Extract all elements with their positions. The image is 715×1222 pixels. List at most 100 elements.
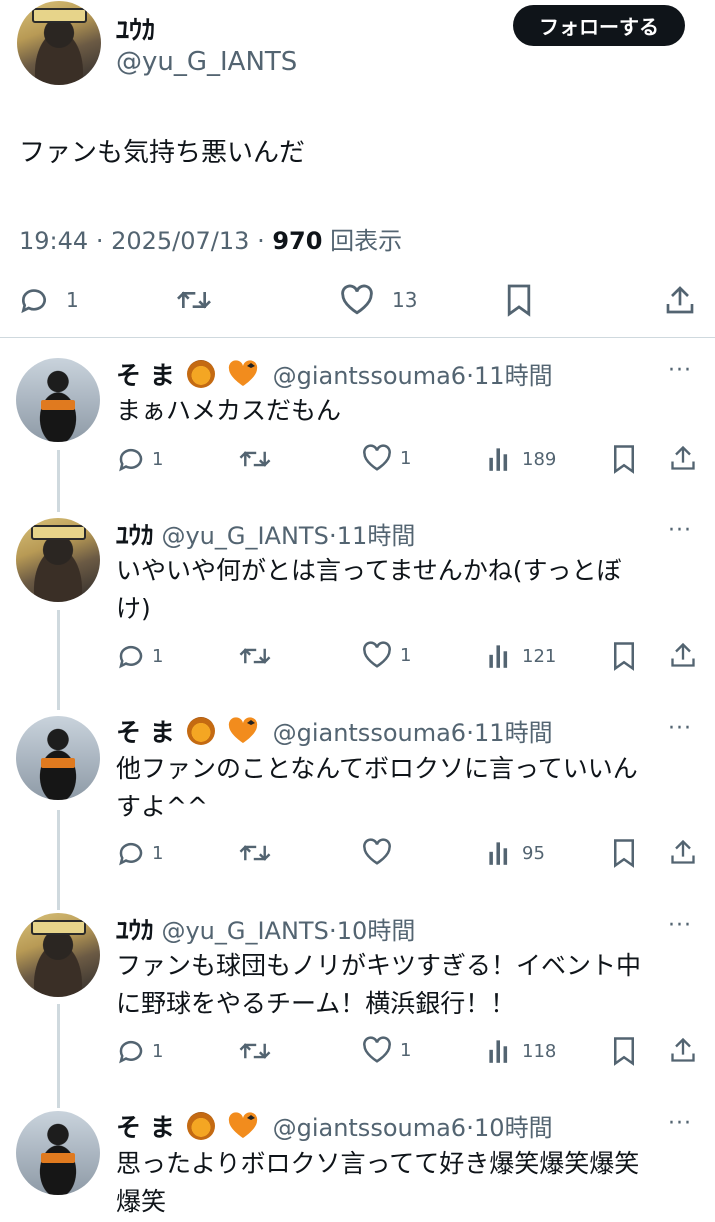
more-icon[interactable]: ··· [668, 518, 692, 543]
share-icon [671, 445, 695, 470]
views-bar-chart-icon [489, 842, 508, 865]
author-name[interactable]: そ ま [116, 718, 175, 747]
reply-button[interactable]: 1 [116, 838, 163, 868]
author-handle[interactable]: @yu_G_IANTS [161, 917, 328, 945]
reply-icon [21, 289, 46, 314]
reply-text-line1: ファンも球団もノリがキツすぎる！イベント中 [116, 951, 642, 980]
retweet-button[interactable] [238, 838, 272, 868]
like-count: 1 [400, 644, 412, 666]
bookmark-icon [614, 642, 634, 671]
bookmark-button[interactable] [611, 1036, 637, 1066]
bookmark-icon [507, 284, 531, 317]
views-button[interactable]: 95 [488, 840, 545, 866]
tweet-time[interactable]: 19:44 [19, 227, 88, 255]
retweet-icon [239, 451, 271, 467]
heart-icon [363, 641, 391, 668]
separator: · [328, 916, 337, 945]
retweet-button[interactable] [175, 284, 213, 316]
views-count: 189 [522, 448, 557, 470]
thread-line [57, 810, 60, 910]
views-count: 95 [522, 842, 545, 864]
separator: · [328, 521, 337, 550]
reply-text-line1: いやいや何がとは言ってませんかね(すっとぼ [116, 556, 622, 585]
more-icon[interactable]: ··· [668, 913, 692, 938]
reply-count: 1 [152, 645, 164, 667]
reply-header: そ ま @giantssouma6·11時間 [116, 356, 553, 392]
tweet-date[interactable]: 2025/07/13 [111, 227, 249, 255]
reply-icon [119, 842, 143, 866]
more-icon[interactable]: ··· [668, 358, 692, 383]
like-count: 1 [400, 447, 412, 469]
avatar[interactable] [16, 358, 100, 442]
reply-count: 1 [152, 1040, 164, 1062]
share-button[interactable] [664, 283, 696, 317]
avatar[interactable] [16, 913, 100, 997]
author-name[interactable]: そ ま [116, 1113, 175, 1142]
share-button[interactable] [669, 1035, 697, 1065]
author-name[interactable]: ﾕｳｶ [116, 916, 154, 945]
reply-time[interactable]: 10時間 [474, 1114, 553, 1142]
reply-time[interactable]: 11時間 [337, 522, 416, 550]
reply-time[interactable]: 10時間 [337, 917, 416, 945]
thread-line [57, 1004, 60, 1108]
author-name[interactable]: ﾕｳｶ [116, 10, 155, 47]
orange-heart-ribbon-icon [228, 717, 257, 743]
reply-button[interactable]: 1 [116, 1036, 163, 1066]
author-handle[interactable]: @yu_G_IANTS [161, 522, 328, 550]
heart-icon [363, 1036, 391, 1063]
reply-time[interactable]: 11時間 [474, 362, 553, 390]
like-button[interactable]: 1 [362, 641, 411, 669]
more-icon[interactable]: ··· [668, 1111, 692, 1136]
retweet-button[interactable] [238, 1036, 272, 1066]
bookmark-button[interactable] [505, 283, 533, 317]
avatar[interactable] [16, 518, 100, 602]
like-button[interactable]: 13 [340, 284, 417, 316]
reply-count: 1 [66, 288, 79, 312]
retweet-icon [239, 845, 271, 861]
separator: · [466, 1113, 475, 1142]
reply-time[interactable]: 11時間 [474, 719, 553, 747]
like-button[interactable] [362, 838, 392, 866]
author-name[interactable]: ﾕｳｶ [116, 521, 154, 550]
separator: · [466, 361, 475, 390]
views-count: 121 [522, 645, 557, 667]
reply-icon [119, 448, 143, 472]
reply-header: そ ま @giantssouma6·10時間 [116, 1108, 553, 1144]
like-button[interactable]: 1 [362, 1036, 411, 1064]
retweet-button[interactable] [238, 641, 272, 671]
share-button[interactable] [669, 837, 697, 867]
views-button[interactable]: 121 [488, 643, 556, 669]
views-button[interactable]: 118 [488, 1038, 556, 1064]
reply-button[interactable]: 1 [18, 284, 79, 316]
like-button[interactable]: 1 [362, 444, 411, 472]
avatar[interactable] [16, 1111, 100, 1195]
author-name[interactable]: そ ま [116, 361, 175, 390]
reply-text-line2: け) [116, 594, 151, 623]
author-handle[interactable]: @giantssouma6 [273, 1114, 467, 1142]
bookmark-button[interactable] [611, 838, 637, 868]
more-icon[interactable]: ··· [668, 716, 692, 741]
reply-header: そ ま @giantssouma6·11時間 [116, 713, 553, 749]
share-button[interactable] [669, 640, 697, 670]
views-bar-chart-icon [489, 1040, 508, 1063]
author-handle[interactable]: @giantssouma6 [273, 362, 467, 390]
retweet-button[interactable] [238, 444, 272, 474]
reply-button[interactable]: 1 [116, 444, 163, 474]
reply-header: ﾕｳｶ @yu_G_IANTS·10時間 [116, 911, 415, 947]
views-count: 970 [272, 227, 323, 255]
bookmark-button[interactable] [611, 444, 637, 474]
share-icon [671, 1037, 695, 1062]
avatar[interactable] [16, 716, 100, 800]
tweet-text: ファンも気持ち悪いんだ [19, 138, 306, 168]
author-handle[interactable]: @yu_G_IANTS [116, 47, 297, 77]
avatar[interactable] [17, 1, 101, 85]
follow-button[interactable]: フォローする [513, 5, 685, 46]
views-button[interactable]: 189 [488, 446, 556, 472]
reply-header: ﾕｳｶ @yu_G_IANTS·11時間 [116, 516, 415, 552]
reply-button[interactable]: 1 [116, 641, 163, 671]
reply-count: 1 [152, 448, 164, 470]
orange-heart-ribbon-icon [228, 1112, 257, 1138]
author-handle[interactable]: @giantssouma6 [273, 719, 467, 747]
share-button[interactable] [669, 443, 697, 473]
bookmark-button[interactable] [611, 641, 637, 671]
